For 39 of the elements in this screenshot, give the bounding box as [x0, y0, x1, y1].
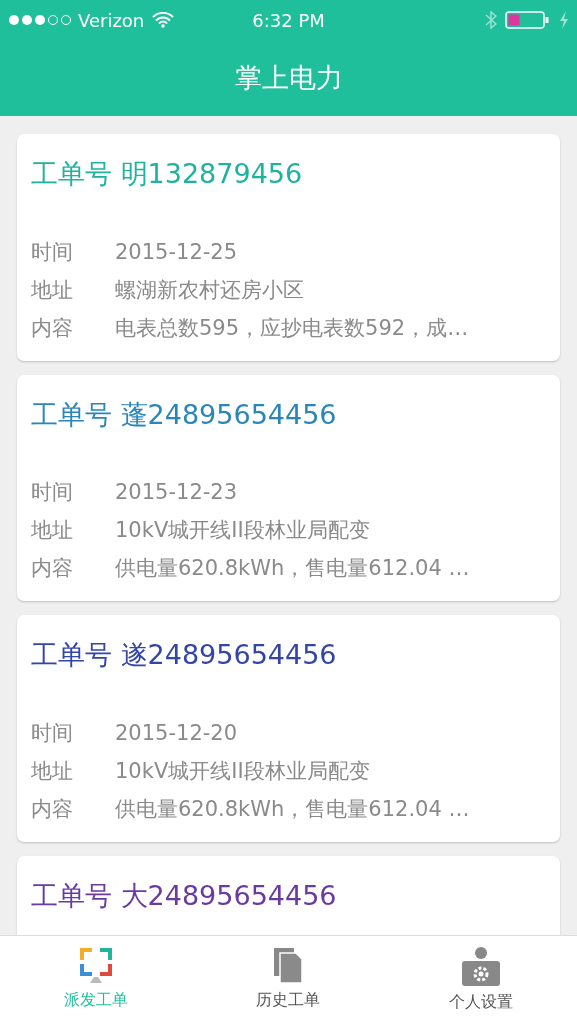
order-title: 工单号 明132879456	[31, 157, 304, 191]
field-label: 内容	[31, 314, 74, 342]
signal-icon	[8, 13, 74, 27]
field-value: 供电量620.8kWh，售电量612.04 …	[115, 795, 470, 823]
field-value: 10kV城开线II段林业局配变	[115, 517, 370, 544]
order-card[interactable]: 工单号 遂24895654456 时间 2015-12-20 地址 10kV城开线II段林业局配变 内容 供电量620.8kWh，售电量612.04 …	[17, 615, 560, 842]
field-label: 地址	[31, 757, 74, 785]
field-value: 2015-12-20	[115, 719, 238, 747]
order-title: 工单号 大24895654456	[31, 878, 338, 913]
order-title: 工单号 蓬24895654456	[31, 397, 338, 432]
status-time: 6:32 PM	[252, 8, 325, 33]
charging-icon	[559, 11, 569, 29]
order-card[interactable]: 工单号 蓬24895654456 时间 2015-12-23 地址 10kV城开线II段林业局配变 内容 供电量620.8kWh，售电量612.04 …	[17, 374, 560, 601]
battery-icon	[505, 11, 551, 29]
field-label: 时间	[31, 238, 74, 266]
order-title: 工单号 遂24895654456	[31, 638, 338, 672]
field-label: 内容	[31, 795, 74, 823]
documents-icon	[272, 946, 305, 984]
field-label: 时间	[31, 479, 74, 506]
carrier-name: Verizon	[78, 8, 145, 33]
field-value: 10kV城开线II段林业局配变	[115, 757, 370, 785]
field-label: 时间	[31, 719, 74, 747]
field-value: 供电量620.8kWh，售电量612.04 …	[115, 555, 470, 582]
tab[interactable]: 个人设置	[384, 936, 577, 1024]
order-card[interactable]: 工单号 明132879456 时间 2015-12-25 地址 螺湖新农村还房小区 内容 电表总数595，应抄电表数592，成…	[17, 134, 560, 361]
field-value: 2015-12-25	[115, 238, 238, 266]
user-settings-icon	[460, 946, 501, 986]
bluetooth-icon	[485, 10, 497, 30]
field-value: 电表总数595，应抄电表数592，成…	[115, 314, 469, 342]
field-label: 内容	[31, 555, 74, 582]
app-title: 掌上电力	[234, 60, 343, 95]
field-value: 2015-12-23	[115, 479, 238, 506]
dispatch-icon	[78, 946, 115, 984]
field-label: 地址	[31, 517, 74, 544]
order-card[interactable]: 工单号 大24895654456	[17, 855, 560, 935]
tab[interactable]: 历史工单	[192, 936, 385, 1024]
field-label: 地址	[31, 276, 74, 304]
field-value: 螺湖新农村还房小区	[115, 276, 304, 304]
wifi-icon	[152, 12, 175, 28]
